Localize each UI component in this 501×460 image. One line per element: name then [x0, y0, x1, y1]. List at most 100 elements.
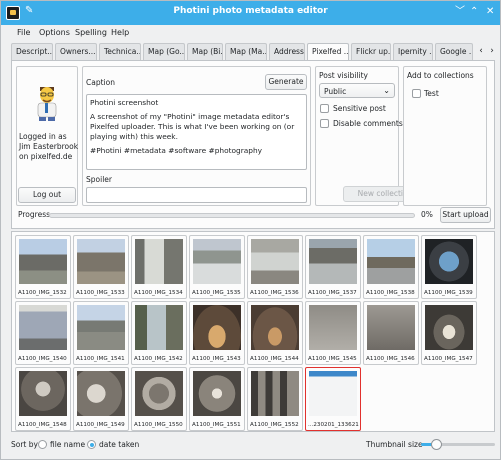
thumbnail-filename: A1100_IMG_1548 [18, 422, 67, 428]
thumbnail-filename: A1100_IMG_1547 [424, 356, 473, 362]
login-status-line-1: Logged in as [19, 132, 67, 141]
tab-google[interactable]: Google ... [435, 43, 473, 60]
close-icon[interactable]: ✕ [486, 6, 494, 18]
tab-scroll-right-icon[interactable]: › [486, 46, 498, 58]
collections-group: Add to collections Test [403, 66, 487, 206]
thumbnail-item[interactable]: A1100_IMG_1540 [15, 301, 71, 365]
login-status-line-2: Jim Easterbrook [19, 142, 79, 151]
logout-button[interactable]: Log out [18, 187, 76, 203]
thumbnail-item[interactable]: A1100_IMG_1545 [305, 301, 361, 365]
thumbnail-filename: A1100_IMG_1537 [308, 290, 357, 296]
thumbnail-filename: A1100_IMG_1549 [76, 422, 125, 428]
tab-description[interactable]: Descript... [11, 43, 53, 60]
menu-help[interactable]: Help [111, 28, 129, 37]
generate-button[interactable]: Generate [265, 74, 307, 90]
thumbnail-image [193, 239, 241, 284]
tab-flickr[interactable]: Flickr up... [351, 43, 391, 60]
thumbnail-image [135, 305, 183, 350]
thumbnail-image [77, 305, 125, 350]
visibility-group: Post visibility Public ⌄ Sensitive post … [315, 66, 403, 206]
sort-by-label: Sort by [11, 440, 38, 449]
thumbnail-item[interactable]: A1100_IMG_1535 [189, 235, 245, 299]
thumbnail-filename: A1100_IMG_1541 [76, 356, 125, 362]
tab-ownership[interactable]: Owners... [55, 43, 97, 60]
disable-comments-checkbox[interactable] [320, 119, 329, 128]
tab-map-google[interactable]: Map (Go... [143, 43, 185, 60]
thumbnail-item[interactable]: ...230201_133621 [305, 367, 361, 431]
spoiler-input[interactable] [86, 187, 307, 203]
thumbnail-image [309, 305, 357, 350]
thumbnail-item[interactable]: A1100_IMG_1547 [421, 301, 477, 365]
thumbnail-filename: A1100_IMG_1533 [76, 290, 125, 296]
window-title: Photini photo metadata editor [173, 6, 328, 16]
collection-test-checkbox[interactable] [412, 89, 421, 98]
login-status-line-3: on pixelfed.de [19, 152, 73, 161]
thumbnail-item[interactable]: A1100_IMG_1533 [73, 235, 129, 299]
image-gallery[interactable]: A1100_IMG_1532 A1100_IMG_1533 A1100_IMG_15… [11, 231, 495, 432]
thumbnail-item[interactable]: A1100_IMG_1552 [247, 367, 303, 431]
thumbnail-image [309, 239, 357, 284]
spoiler-label: Spoiler [86, 175, 112, 184]
menu-file[interactable]: File [17, 28, 30, 37]
thumbnail-filename: A1100_IMG_1534 [134, 290, 183, 296]
thumbnail-filename: A1100_IMG_1538 [366, 290, 415, 296]
tab-bar: Descript... Owners... Technica... Map (G… [3, 43, 498, 60]
caption-label: Caption [86, 78, 115, 87]
thumbnail-item[interactable]: A1100_IMG_1532 [15, 235, 71, 299]
tab-ipernity[interactable]: Ipernity ... [393, 43, 433, 60]
thumbnail-image [251, 305, 299, 350]
thumbnail-filename: A1100_IMG_1551 [192, 422, 241, 428]
thumbnail-item[interactable]: A1100_IMG_1546 [363, 301, 419, 365]
tab-technical[interactable]: Technica... [99, 43, 141, 60]
tab-address[interactable]: Address [269, 43, 305, 60]
minimize-icon[interactable]: ﹀ [455, 6, 465, 18]
thumbnail-item[interactable]: A1100_IMG_1543 [189, 301, 245, 365]
menu-spelling[interactable]: Spelling [75, 28, 107, 37]
thumbnail-item[interactable]: A1100_IMG_1548 [15, 367, 71, 431]
start-upload-button[interactable]: Start upload [440, 207, 491, 223]
thumbnail-image [77, 239, 125, 284]
sort-date-taken-radio[interactable] [87, 440, 96, 449]
caption-text: Photini screenshot A screenshot of my "Ph… [90, 98, 303, 156]
thumbnail-size-label: Thumbnail size [366, 440, 423, 449]
thumbnail-filename: ...230201_133621 [308, 422, 359, 428]
thumbnail-filename: A1100_IMG_1546 [366, 356, 415, 362]
tab-map-bing[interactable]: Map (Bi... [187, 43, 223, 60]
thumbnail-item[interactable]: A1100_IMG_1534 [131, 235, 187, 299]
pixelfed-tab-panel: Logged in as Jim Easterbrook on pixelfed… [11, 60, 495, 229]
thumbnail-item[interactable]: A1100_IMG_1541 [73, 301, 129, 365]
tab-map-mapbox[interactable]: Map (Ma... [225, 43, 267, 60]
maximize-icon[interactable]: ⌃ [470, 6, 478, 18]
thumbnail-image [135, 371, 183, 416]
thumbnail-item[interactable]: A1100_IMG_1549 [73, 367, 129, 431]
thumbnail-filename: A1100_IMG_1552 [250, 422, 299, 428]
title-bar[interactable]: ✎ Photini photo metadata editor ﹀ ⌃ ✕ [1, 1, 500, 25]
status-bar: Sort by file name date taken Thumbnail s… [1, 435, 500, 459]
thumbnail-image [367, 239, 415, 284]
thumbnail-item[interactable]: A1100_IMG_1550 [131, 367, 187, 431]
thumbnail-item[interactable]: A1100_IMG_1536 [247, 235, 303, 299]
tab-pixelfed[interactable]: Pixelfed ... [307, 43, 349, 60]
menu-options[interactable]: Options [39, 28, 70, 37]
visibility-select[interactable]: Public ⌄ [319, 83, 395, 98]
caption-textbox[interactable]: Photini screenshot A screenshot of my "Ph… [86, 94, 307, 170]
thumbnail-item[interactable]: A1100_IMG_1539 [421, 235, 477, 299]
caption-body: A screenshot of my "Photini" image metad… [90, 112, 297, 141]
thumbnail-size-slider-track[interactable] [421, 439, 495, 450]
collection-test-label: Test [424, 89, 439, 98]
thumbnail-item[interactable]: A1100_IMG_1551 [189, 367, 245, 431]
thumbnail-filename: A1100_IMG_1550 [134, 422, 183, 428]
sensitive-checkbox[interactable] [320, 104, 329, 113]
thumbnail-item[interactable]: A1100_IMG_1544 [247, 301, 303, 365]
thumbnail-image [309, 371, 357, 416]
thumbnail-filename: A1100_IMG_1536 [250, 290, 299, 296]
thumbnail-item[interactable]: A1100_IMG_1537 [305, 235, 361, 299]
thumbnail-item[interactable]: A1100_IMG_1542 [131, 301, 187, 365]
thumbnail-filename: A1100_IMG_1540 [18, 356, 67, 362]
user-avatar-icon [37, 87, 57, 121]
thumbnail-filename: A1100_IMG_1532 [18, 290, 67, 296]
thumbnail-item[interactable]: A1100_IMG_1538 [363, 235, 419, 299]
thumbnail-size-slider-handle[interactable] [430, 439, 442, 450]
disable-comments-label: Disable comments [333, 119, 403, 128]
sort-file-name-radio[interactable] [38, 440, 47, 449]
